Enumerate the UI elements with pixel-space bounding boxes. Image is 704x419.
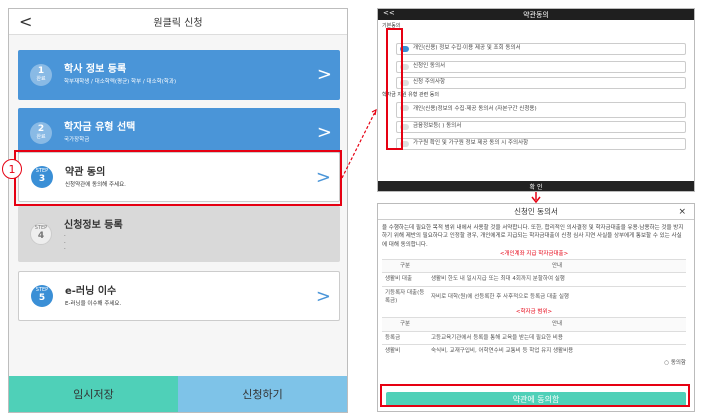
connector-arrows xyxy=(341,108,541,204)
